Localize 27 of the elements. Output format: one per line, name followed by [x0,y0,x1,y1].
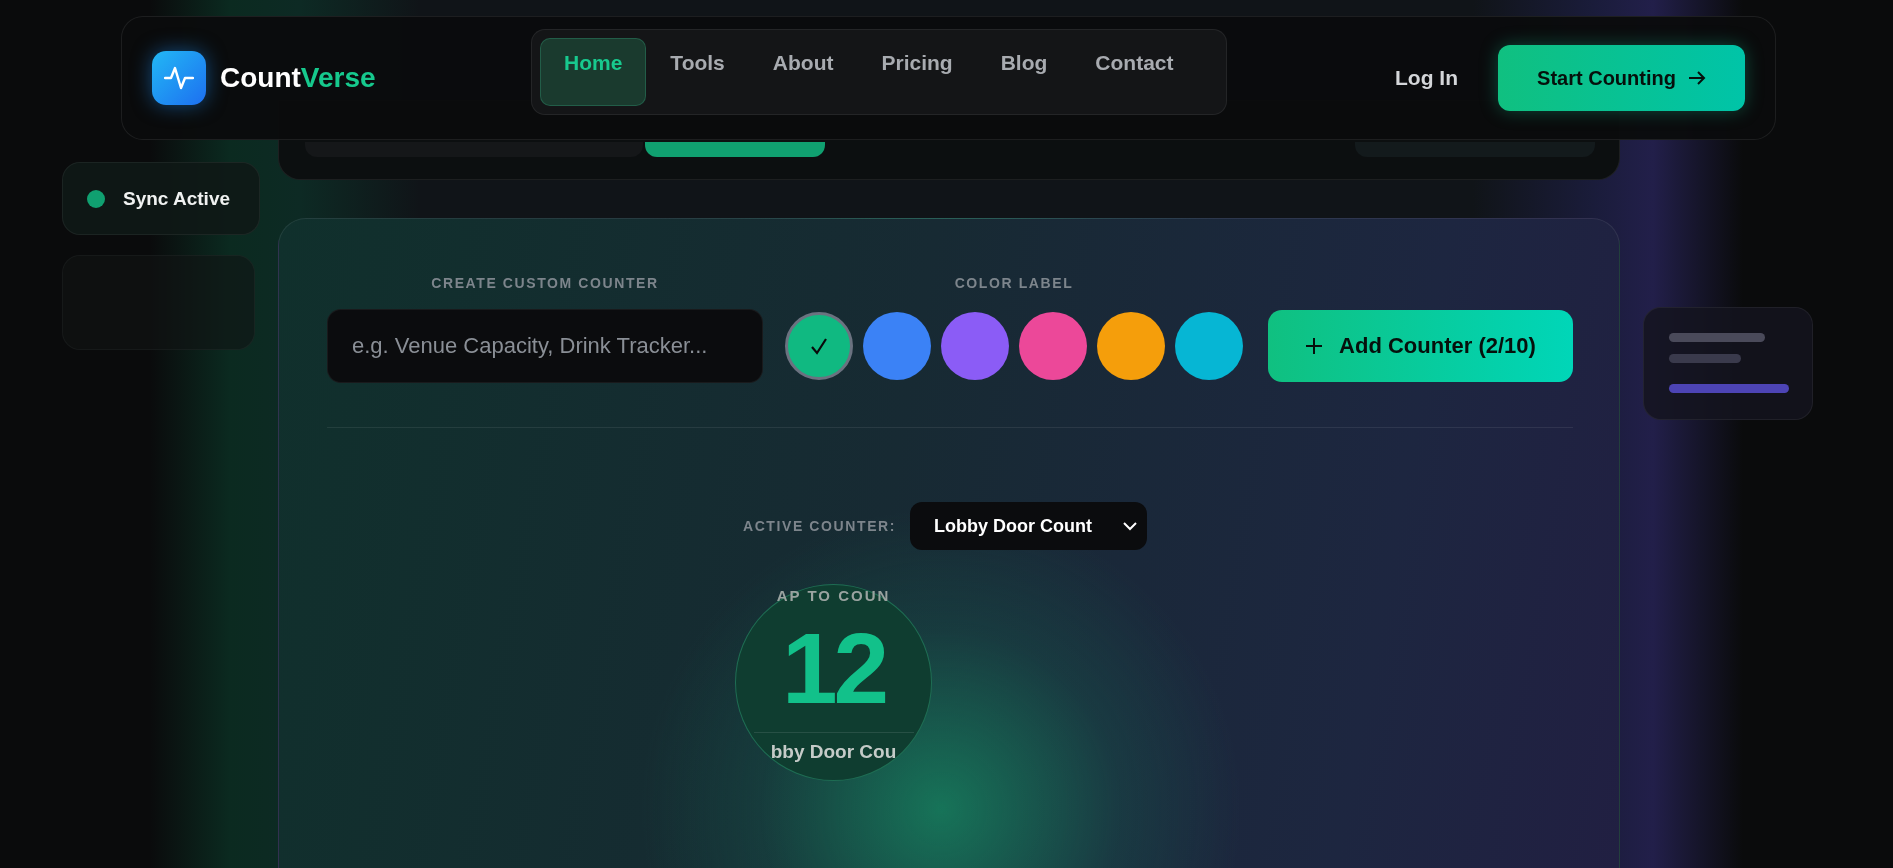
count-value: 12 [781,618,886,718]
pulse-logo-icon [152,51,206,105]
tap-hint: AP TO COUN [776,587,891,604]
sync-status-text: Sync Active [123,187,230,210]
nav-tab[interactable]: Home [540,38,647,106]
arrow-right-icon [1687,70,1706,86]
nav-tab[interactable]: Blog [976,38,1072,106]
field-label: CREATE CUSTOM COUNTER [431,275,659,291]
plus-icon [1305,337,1324,355]
status-dot [87,189,105,208]
counter-name: bby Door Cou [770,741,897,763]
text-line [1669,354,1741,363]
start-counting-button[interactable]: Start Counting [1498,45,1745,111]
login-link[interactable]: Log In [1395,66,1458,90]
check-icon [810,336,828,356]
color-label: COLOR LABEL [954,275,1074,291]
brand-name: CountVerse [220,62,376,94]
tap-counter[interactable]: AP TO COUN 12 bby Door Cou [735,584,932,781]
nav-tab[interactable]: About [748,38,858,106]
add-counter-button[interactable]: Add Counter (2/10) [1268,310,1573,382]
chevron-down-icon [1123,521,1138,531]
active-counter-label: ACTIVE COUNTER: [742,518,897,534]
nav-tab[interactable]: Tools [646,38,749,106]
nav-tab[interactable]: Pricing [857,38,977,106]
nav-tab[interactable]: Contact [1071,38,1198,106]
counter-name-input[interactable]: e.g. Venue Capacity, Drink Tracker... [327,309,763,383]
counter-select[interactable]: Lobby Door Count [910,502,1148,550]
